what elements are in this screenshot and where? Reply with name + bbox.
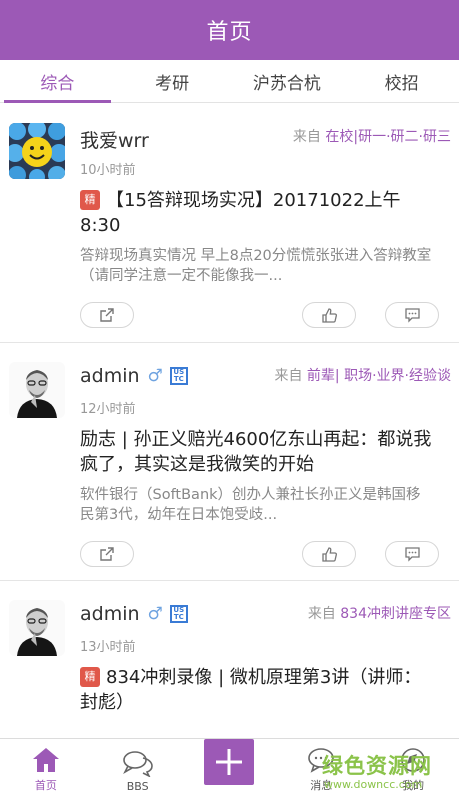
male-icon: ♂ — [147, 366, 163, 386]
source-tags[interactable]: 前辈| 职场·业界·经验谈 — [307, 368, 451, 384]
comment-button[interactable] — [385, 541, 439, 567]
like-button[interactable] — [302, 541, 356, 567]
post-title[interactable]: 精 834冲刺录像 | 微机原理第3讲（讲师：封彪） — [80, 665, 439, 715]
post-card[interactable]: admin ♂ US TC 13小时前 来自 834冲刺讲座专区 精 834冲刺录像… — [0, 581, 459, 738]
thumbs-up-icon — [321, 307, 337, 323]
featured-badge: 精 — [80, 190, 100, 210]
home-icon — [32, 748, 59, 772]
post-time: 10小时前 — [80, 163, 136, 178]
comment-button[interactable] — [385, 302, 439, 328]
post-actions — [80, 302, 439, 328]
chat-bubbles-icon — [122, 751, 153, 777]
tab-compose[interactable] — [184, 739, 276, 797]
post-source[interactable]: 来自 834冲刺讲座专区 — [308, 603, 451, 623]
plus-icon — [216, 749, 243, 775]
post-source[interactable]: 来自 在校|研一·研二·研三 — [293, 126, 451, 146]
tab-kaoyan[interactable]: 考研 — [115, 60, 230, 102]
post-card[interactable]: 我爱wrr 10小时前 来自 在校|研一·研二·研三 精【15答辩现场实况】20… — [0, 104, 459, 343]
compass-icon — [401, 748, 425, 772]
post-time: 12小时前 — [80, 402, 136, 417]
tab-mine-label: 我的 — [402, 779, 425, 792]
share-button[interactable] — [80, 302, 134, 328]
avatar[interactable] — [9, 600, 65, 656]
tab-general[interactable]: 综合 — [0, 60, 115, 103]
category-tabs: 综合 考研 沪苏合杭 校招 — [0, 60, 459, 103]
compose-button[interactable] — [204, 739, 255, 785]
avatar[interactable] — [9, 362, 65, 418]
post-source[interactable]: 来自 前辈| 职场·业界·经验谈 — [274, 365, 451, 385]
source-tags[interactable]: 834冲刺讲座专区 — [340, 606, 451, 622]
tab-xiaozhao[interactable]: 校招 — [344, 60, 459, 102]
author-name[interactable]: 我爱wrr — [80, 126, 149, 153]
share-icon — [100, 308, 114, 322]
comment-icon — [404, 547, 420, 562]
post-time: 13小时前 — [80, 640, 136, 655]
male-icon: ♂ — [147, 604, 163, 624]
school-badge: US TC — [169, 605, 188, 623]
post-title[interactable]: 精【15答辩现场实况】20171022上午8:30 — [80, 188, 439, 238]
school-badge: US TC — [169, 367, 188, 385]
tab-messages-label: 消息 — [310, 779, 333, 792]
post-feed[interactable]: 我爱wrr 10小时前 来自 在校|研一·研二·研三 精【15答辩现场实况】20… — [0, 104, 459, 738]
avatar[interactable] — [9, 123, 65, 179]
post-excerpt[interactable]: 答辩现场真实情况 早上8点20分慌慌张张进入答辩教室（请同学注意一定不能像我一.… — [80, 246, 435, 286]
message-icon — [308, 748, 335, 773]
tab-bbs[interactable]: BBS — [92, 739, 184, 797]
post-title[interactable]: 励志 | 孙正义赔光4600亿东山再起：都说我疯了，其实这是我微笑的开始 — [80, 427, 439, 477]
tab-mine[interactable]: 我的 — [367, 739, 459, 797]
featured-badge: 精 — [80, 667, 100, 687]
share-icon — [100, 547, 114, 561]
page-title: 首页 — [206, 20, 253, 45]
post-card[interactable]: admin ♂ US TC 12小时前 来自 前辈| 职场·业界·经验谈 励志 |… — [0, 343, 459, 581]
app-header: 首页 — [0, 0, 459, 60]
post-excerpt[interactable]: 软件银行（SoftBank）创办人兼社长孙正义是韩国移民第3代，幼年在日本饱受歧… — [80, 485, 435, 525]
comment-icon — [404, 308, 420, 323]
tab-bbs-label: BBS — [126, 780, 149, 793]
bottom-tab-bar: 首页 BBS 消息 我的 — [0, 738, 459, 797]
author-name[interactable]: admin ♂ US TC — [80, 365, 188, 387]
author-name[interactable]: admin ♂ US TC — [80, 603, 188, 625]
like-button[interactable] — [302, 302, 356, 328]
source-tags[interactable]: 在校|研一·研二·研三 — [325, 129, 451, 145]
share-button[interactable] — [80, 541, 134, 567]
tab-husuhehang[interactable]: 沪苏合杭 — [230, 60, 345, 102]
post-actions — [80, 541, 439, 567]
thumbs-up-icon — [321, 546, 337, 562]
tab-messages[interactable]: 消息 — [275, 739, 367, 797]
tab-home-label: 首页 — [34, 779, 57, 792]
tab-home[interactable]: 首页 — [0, 739, 92, 797]
